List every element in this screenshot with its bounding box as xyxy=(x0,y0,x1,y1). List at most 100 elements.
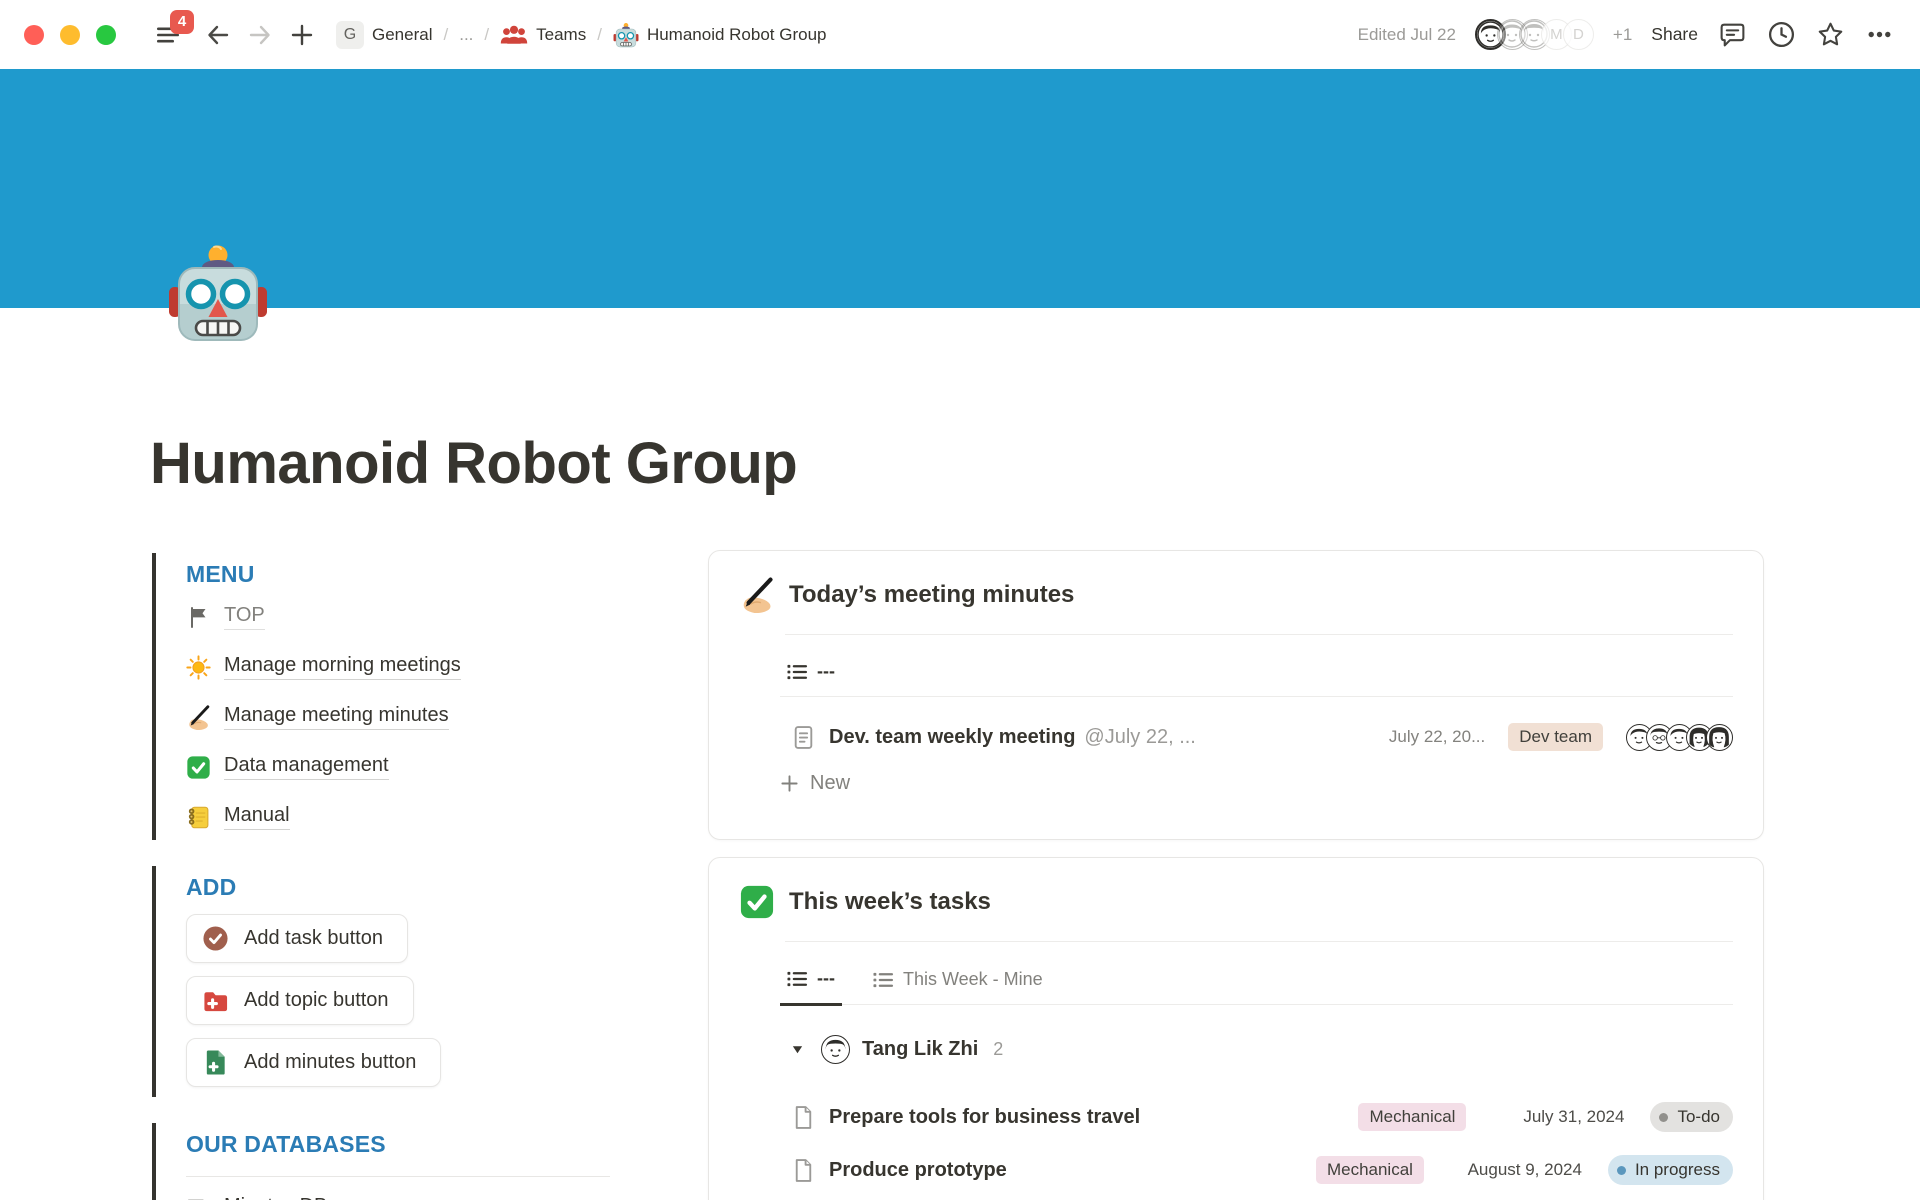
window-controls xyxy=(24,25,116,45)
comment-icon xyxy=(1718,20,1747,49)
link-manage-morning-meetings[interactable]: Manage morning meetings xyxy=(186,654,610,680)
updates-button[interactable] xyxy=(1766,20,1796,50)
view-tab-this-week-mine[interactable]: This Week - Mine xyxy=(866,965,1050,1004)
task-row[interactable]: Prepare tools for business travel Mechan… xyxy=(791,1102,1733,1132)
arrow-right-icon xyxy=(246,21,274,49)
tab-label: --- xyxy=(817,661,835,682)
back-button[interactable] xyxy=(202,19,234,51)
comments-button[interactable] xyxy=(1717,20,1747,50)
list-view-icon xyxy=(787,663,808,681)
document-icon xyxy=(791,1158,816,1183)
status-dot xyxy=(1659,1113,1668,1122)
breadcrumb-separator: / xyxy=(597,25,602,45)
presence-avatars[interactable]: M D xyxy=(1475,19,1594,50)
avatar-initial-d[interactable]: D xyxy=(1563,19,1594,50)
team-tag: Dev team xyxy=(1508,723,1603,751)
edited-timestamp: Edited Jul 22 xyxy=(1358,25,1456,45)
menu-section: MENU TOP Manage morning meetings Manage … xyxy=(152,553,610,840)
attendee-avatars xyxy=(1626,724,1733,751)
link-label: Manage morning meetings xyxy=(224,654,461,680)
link-top[interactable]: TOP xyxy=(186,604,610,630)
notification-badge: 4 xyxy=(170,10,194,34)
green-check-icon xyxy=(739,884,775,920)
page-title[interactable]: Humanoid Robot Group xyxy=(150,430,797,497)
list-view-icon xyxy=(873,971,894,989)
due-date: August 9, 2024 xyxy=(1450,1160,1582,1180)
breadcrumb-workspace[interactable]: G General xyxy=(336,21,432,49)
breadcrumb-separator: / xyxy=(443,25,448,45)
sidebar-toggle-button[interactable]: 4 xyxy=(152,19,184,51)
collapse-group-toggle[interactable] xyxy=(791,1043,804,1056)
group-avatar xyxy=(821,1035,850,1064)
page-icon-robot[interactable] xyxy=(168,242,268,342)
topbar: 4 G General / ... / xyxy=(0,0,1920,69)
divider xyxy=(785,941,1733,942)
category-tag: Mechanical xyxy=(1358,1103,1466,1131)
link-manage-meeting-minutes[interactable]: Manage meeting minutes xyxy=(186,704,610,730)
meeting-row-properties: July 22, 20... Dev team xyxy=(1389,723,1733,751)
status-badge: In progress xyxy=(1608,1155,1733,1185)
document-text-icon xyxy=(791,725,816,750)
document-icon xyxy=(791,1105,816,1130)
link-manual[interactable]: Manual xyxy=(186,804,610,830)
breadcrumb-teams[interactable]: Teams xyxy=(500,23,586,47)
zoom-window-button[interactable] xyxy=(96,25,116,45)
breadcrumb-current-page[interactable]: Humanoid Robot Group xyxy=(613,22,827,48)
category-tag: Mechanical xyxy=(1316,1156,1424,1184)
plus-icon xyxy=(289,22,315,48)
favorite-button[interactable] xyxy=(1815,20,1845,50)
plus-icon xyxy=(780,774,799,793)
link-minutes-db[interactable]: Minutes DB xyxy=(186,1195,610,1200)
workspace-initial-chip: G xyxy=(336,21,364,49)
link-label: TOP xyxy=(224,604,265,630)
group-name: Tang Lik Zhi xyxy=(862,1038,978,1061)
flag-icon xyxy=(186,605,211,630)
breadcrumb: G General / ... / Teams / Humanoid Robot… xyxy=(336,21,826,49)
avatar xyxy=(1706,724,1733,751)
app-window: 4 G General / ... / xyxy=(0,0,1920,1200)
add-minutes-button[interactable]: Add minutes button xyxy=(186,1038,441,1087)
ellipsis-icon xyxy=(1865,20,1894,49)
avatar-overflow-count[interactable]: +1 xyxy=(1613,25,1632,45)
list-pencil-icon xyxy=(186,1196,211,1200)
status-label: In progress xyxy=(1635,1160,1720,1180)
minimize-window-button[interactable] xyxy=(60,25,80,45)
robot-icon xyxy=(168,242,268,342)
forward-button[interactable] xyxy=(244,19,276,51)
list-view-icon xyxy=(787,970,808,988)
card-header: Today’s meeting minutes xyxy=(739,577,1733,613)
task-properties: Mechanical August 9, 2024 In progress xyxy=(1316,1155,1733,1185)
meeting-minutes-card: Today’s meeting minutes --- Dev. team we… xyxy=(708,550,1764,840)
arrow-left-icon xyxy=(204,21,232,49)
robot-icon xyxy=(613,22,639,48)
star-icon xyxy=(1816,20,1845,49)
view-tab-default[interactable]: --- xyxy=(780,964,842,1006)
topbar-right: Edited Jul 22 M D +1 Share xyxy=(1358,19,1894,50)
right-column: Today’s meeting minutes --- Dev. team we… xyxy=(708,550,1764,1200)
link-data-management[interactable]: Data management xyxy=(186,754,610,780)
meeting-date: July 22, 20... xyxy=(1389,727,1485,747)
card-title[interactable]: Today’s meeting minutes xyxy=(789,581,1074,609)
meeting-row[interactable]: Dev. team weekly meeting @July 22, ... J… xyxy=(791,723,1733,751)
more-button[interactable] xyxy=(1864,20,1894,50)
tab-label: --- xyxy=(817,968,835,989)
close-window-button[interactable] xyxy=(24,25,44,45)
writing-hand-icon xyxy=(739,577,775,613)
add-topic-button[interactable]: Add topic button xyxy=(186,976,414,1025)
new-page-button[interactable] xyxy=(286,19,318,51)
task-properties: Mechanical July 31, 2024 To-do xyxy=(1358,1102,1733,1132)
group-count: 2 xyxy=(993,1039,1003,1060)
new-meeting-button[interactable]: New xyxy=(780,772,1733,795)
teams-label: Teams xyxy=(536,25,586,45)
databases-heading: OUR DATABASES xyxy=(186,1131,610,1158)
card-title[interactable]: This week’s tasks xyxy=(789,888,991,916)
left-column: MENU TOP Manage morning meetings Manage … xyxy=(152,553,610,1200)
breadcrumb-collapsed[interactable]: ... xyxy=(459,25,473,45)
share-button[interactable]: Share xyxy=(1651,24,1698,45)
view-tab-default[interactable]: --- xyxy=(780,657,842,696)
green-check-icon xyxy=(186,755,211,780)
add-task-button[interactable]: Add task button xyxy=(186,914,408,963)
red-folder-plus-icon xyxy=(202,987,229,1014)
task-row[interactable]: Produce prototype Mechanical August 9, 2… xyxy=(791,1155,1733,1185)
task-title: Prepare tools for business travel xyxy=(829,1106,1140,1129)
